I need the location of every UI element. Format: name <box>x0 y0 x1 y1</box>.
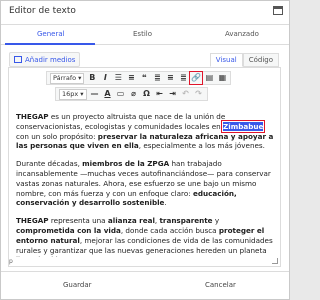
text-run: . <box>164 198 167 208</box>
redo-icon[interactable]: ↷ <box>194 89 204 99</box>
link-icon[interactable]: 🔗 <box>189 71 204 85</box>
tab-code[interactable]: Código <box>242 53 279 67</box>
chevron-down-icon: ▾ <box>78 74 82 82</box>
toolbar-row-1: Párrafo ▾ B I ☰ ≡ ❝ ≣ ≡ ≣ 🔗 ▤ ▦ <box>46 71 232 85</box>
text-color-icon[interactable]: A <box>103 89 113 99</box>
undo-icon[interactable]: ↶ <box>181 89 191 99</box>
active-tab-indicator <box>5 43 95 45</box>
cancel-button[interactable]: Cancelar <box>205 281 236 289</box>
align-right-icon[interactable]: ≣ <box>178 73 188 83</box>
text-bold: alianza real <box>107 216 155 226</box>
chevron-down-icon: ▾ <box>80 90 84 98</box>
indent-icon[interactable]: ⇥ <box>168 89 178 99</box>
align-center-icon[interactable]: ≡ <box>165 73 175 83</box>
editor-content[interactable]: THEGAP es un proyecto altruista que nace… <box>16 112 278 257</box>
text-run: con un solo propósito: <box>16 131 98 141</box>
editor-mode-tabs: Visual Código <box>209 53 279 67</box>
text-run: representa una <box>48 216 108 226</box>
maximize-icon[interactable] <box>273 6 283 15</box>
toolbar-toggle-icon[interactable]: ▦ <box>217 73 227 83</box>
paragraph-3: THEGAP representa una alianza real, tran… <box>16 216 278 257</box>
format-select-value: Párrafo <box>53 74 77 82</box>
resize-handle-icon[interactable] <box>272 258 278 264</box>
more-icon[interactable]: ▤ <box>204 73 214 83</box>
text-editor-dialog: Editor de texto General Estilo Avanzado … <box>0 0 290 300</box>
bold-icon[interactable]: B <box>87 73 97 83</box>
save-button[interactable]: Guardar <box>63 281 92 289</box>
outdent-icon[interactable]: ⇤ <box>155 89 165 99</box>
numbered-list-icon[interactable]: ≡ <box>126 73 136 83</box>
strikethrough-icon[interactable]: — <box>90 89 100 99</box>
text-run: y <box>212 216 220 226</box>
text-bold: miembros de la ZPGA <box>82 159 170 169</box>
italic-icon[interactable]: I <box>100 73 110 83</box>
paragraph-2: Durante décadas, miembros de la ZPGA han… <box>16 159 278 208</box>
align-left-icon[interactable]: ≣ <box>152 73 162 83</box>
tab-avanzado[interactable]: Avanzado <box>225 30 259 38</box>
media-icon <box>14 56 22 63</box>
element-path: p <box>9 258 13 265</box>
font-size-value: 16px <box>62 90 79 98</box>
bullet-list-icon[interactable]: ☰ <box>113 73 123 83</box>
tab-visual[interactable]: Visual <box>209 53 243 67</box>
text-bold: comprometida con la vida <box>16 225 121 235</box>
format-select[interactable]: Párrafo ▾ <box>50 72 85 84</box>
toolbar-row-2: 16px ▾ — A ▭ ⌀ Ω ⇤ ⇥ ↶ ↷ <box>55 87 208 101</box>
tab-general[interactable]: General <box>37 30 65 38</box>
add-media-label: Añadir medios <box>25 55 76 64</box>
clear-format-icon[interactable]: ⌀ <box>129 89 139 99</box>
text-run: , especialmente a los más jóvenes. <box>138 141 265 151</box>
dialog-titlebar: Editor de texto <box>1 1 289 25</box>
tab-estilo[interactable]: Estilo <box>133 30 152 38</box>
paste-text-icon[interactable]: ▭ <box>116 89 126 99</box>
paragraph-1: THEGAP es un proyecto altruista que nace… <box>16 112 278 151</box>
dialog-footer: Guardar Cancelar <box>1 271 289 300</box>
quote-icon[interactable]: ❝ <box>139 73 149 83</box>
special-char-icon[interactable]: Ω <box>142 89 152 99</box>
text-thegap: THEGAP <box>16 112 49 121</box>
selected-text[interactable]: Zimbabue <box>221 119 266 133</box>
add-media-button[interactable]: Añadir medios <box>9 52 81 67</box>
text-run: , donde cada acción busca <box>120 225 219 235</box>
tabs-bar: General Estilo Avanzado <box>1 25 289 45</box>
font-size-select[interactable]: 16px ▾ <box>59 88 87 100</box>
text-run: Durante décadas, <box>16 159 83 169</box>
dialog-title: Editor de texto <box>9 6 76 16</box>
text-thegap: THEGAP <box>16 216 49 226</box>
text-bold: transparente <box>159 216 213 226</box>
